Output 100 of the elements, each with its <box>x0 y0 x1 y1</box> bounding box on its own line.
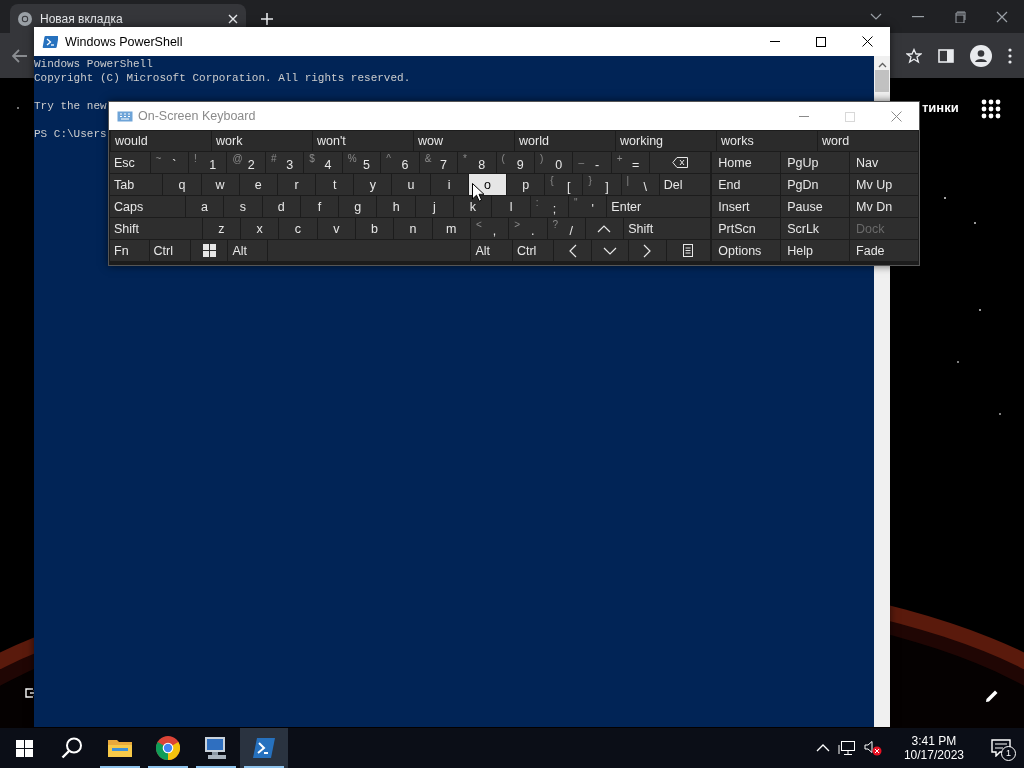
keyboard-key[interactable]: PgDn <box>781 174 850 195</box>
keyboard-key[interactable]: e <box>239 174 277 195</box>
keyboard-key[interactable]: c <box>279 218 317 239</box>
keyboard-key[interactable]: Alt <box>228 240 268 261</box>
keyboard-key[interactable]: # 3 <box>265 152 304 173</box>
keyboard-key[interactable]: + = <box>611 152 650 173</box>
taskbar-app[interactable] <box>240 728 288 768</box>
keyboard-key[interactable]: y <box>354 174 392 195</box>
keyboard-key[interactable]: ) 0 <box>534 152 573 173</box>
close-icon[interactable] <box>996 10 1008 23</box>
keyboard-key[interactable]: Fn <box>110 240 149 261</box>
keyboard-key[interactable]: Alt <box>471 240 512 261</box>
keyboard-key[interactable]: g <box>339 196 377 217</box>
keyboard-key[interactable]: z <box>202 218 240 239</box>
minimize-icon <box>799 116 809 117</box>
keyboard-key[interactable]: End <box>712 174 781 195</box>
keyboard-key[interactable]: r <box>277 174 316 195</box>
back-arrow-icon[interactable] <box>12 48 28 63</box>
keyboard-key[interactable]: " ' <box>569 196 607 217</box>
keyboard-key[interactable]: Mv Up <box>850 174 918 195</box>
keyboard-key[interactable]: < , <box>470 218 509 239</box>
keyboard-key[interactable]: | \ <box>621 174 659 195</box>
keyboard-key[interactable]: > . <box>509 218 547 239</box>
keyboard-key[interactable]: w <box>201 174 239 195</box>
keyboard-key[interactable]: % 5 <box>342 152 381 173</box>
keyboard-key[interactable]: p <box>507 174 545 195</box>
keyboard-key[interactable]: Mv Dn <box>850 196 918 217</box>
star-icon[interactable] <box>906 47 922 64</box>
pencil-icon[interactable] <box>985 689 999 703</box>
keyboard-key[interactable]: @ 2 <box>227 152 265 173</box>
keyboard-key[interactable]: s <box>224 196 262 217</box>
keyboard-key[interactable]: q <box>163 174 201 195</box>
console-text: Copyright (C) Microsoft Corporation. All rights reserved. <box>34 71 411 85</box>
keyboard-key[interactable]: Caps <box>110 196 185 217</box>
keyboard-key[interactable]: ( 9 <box>496 152 534 173</box>
keyboard-key[interactable]: ? / <box>547 218 585 239</box>
keyboard-key[interactable]: ScrLk <box>781 218 850 239</box>
profile-icon[interactable] <box>970 44 992 67</box>
keyboard-key[interactable]: x <box>241 218 279 239</box>
keyboard-key[interactable]: j <box>415 196 454 217</box>
minimize-icon[interactable] <box>912 15 924 18</box>
keyboard-key[interactable]: l <box>492 196 530 217</box>
scroll-thumb[interactable] <box>875 70 889 92</box>
keyboard-key[interactable]: t <box>316 174 354 195</box>
keyboard-key[interactable]: i <box>430 174 468 195</box>
keyboard-key[interactable]: ^ 6 <box>381 152 419 173</box>
keyboard-key[interactable]: Pause <box>781 196 850 217</box>
keyboard-key[interactable]: d <box>262 196 300 217</box>
keyboard-key[interactable]: Help <box>781 240 850 261</box>
keyboard-key[interactable]: h <box>377 196 415 217</box>
keyboard-key[interactable] <box>191 240 228 261</box>
keyboard-key[interactable]: f <box>300 196 339 217</box>
keyboard-key[interactable]: b <box>355 218 394 239</box>
keyboard-key[interactable]: k <box>454 196 492 217</box>
keyboard-key[interactable]: } ] <box>583 174 621 195</box>
muted-speaker-icon[interactable] <box>863 740 882 756</box>
keyboard-key[interactable]: ! 1 <box>189 152 227 173</box>
keyboard-key[interactable]: _ - <box>573 152 611 173</box>
menu-icon[interactable] <box>1008 47 1012 64</box>
keyboard-key[interactable]: Tab <box>110 174 163 195</box>
keyboard-key[interactable]: n <box>394 218 432 239</box>
console-text: Try the new <box>34 99 107 113</box>
notifications-button[interactable]: 1 <box>986 733 1016 763</box>
keyboard-key[interactable]: Ctrl <box>149 240 190 261</box>
restore-icon[interactable] <box>954 10 966 23</box>
chevron-up-icon[interactable] <box>815 744 830 752</box>
sidebar-icon[interactable] <box>938 47 954 64</box>
keyboard-key[interactable]: PgUp <box>781 152 850 173</box>
keyboard-key[interactable]: Shift <box>110 218 202 239</box>
keyboard-key[interactable]: : ; <box>530 196 569 217</box>
keyboard-key[interactable]: PrtScn <box>712 218 781 239</box>
keyboard-key[interactable]: Enter <box>607 196 711 217</box>
keyboard-key[interactable] <box>650 152 711 173</box>
backspace-icon <box>672 157 689 168</box>
keyboard-key[interactable]: Del <box>659 174 711 195</box>
keyboard-key[interactable]: Ctrl <box>512 240 554 261</box>
keyboard-key[interactable]: Insert <box>712 196 781 217</box>
chevron-down-icon[interactable] <box>870 12 882 21</box>
keyboard-key[interactable]: Esc <box>110 152 150 173</box>
keyboard-key[interactable]: Nav <box>850 152 918 173</box>
keyboard-key[interactable]: ~ ` <box>150 152 188 173</box>
images-link[interactable]: тинки <box>922 100 959 115</box>
keyboard-key[interactable] <box>666 240 711 261</box>
keyboard-key[interactable]: Shift <box>624 218 711 239</box>
keyboard-key[interactable]: Home <box>712 152 781 173</box>
keyboard-key[interactable]: & 7 <box>419 152 458 173</box>
keyboard-key[interactable]: m <box>432 218 470 239</box>
new-tab-icon[interactable] <box>260 12 274 26</box>
keyboard-key[interactable]: * 8 <box>458 152 496 173</box>
keyboard-key[interactable]: u <box>392 174 430 195</box>
keyboard-key[interactable]: { [ <box>545 174 583 195</box>
notification-badge: 1 <box>1001 746 1016 761</box>
keyboard-key[interactable]: Options <box>712 240 781 261</box>
keyboard-key[interactable]: v <box>317 218 355 239</box>
apps-grid-icon[interactable] <box>981 99 1001 119</box>
keyboard-key[interactable]: a <box>185 196 224 217</box>
keyboard-key[interactable]: Fade <box>850 240 918 261</box>
keyboard-key[interactable]: $ 4 <box>304 152 342 173</box>
clock[interactable]: 3:41 PM 10/17/2023 <box>897 733 970 763</box>
network-icon[interactable] <box>837 740 856 756</box>
